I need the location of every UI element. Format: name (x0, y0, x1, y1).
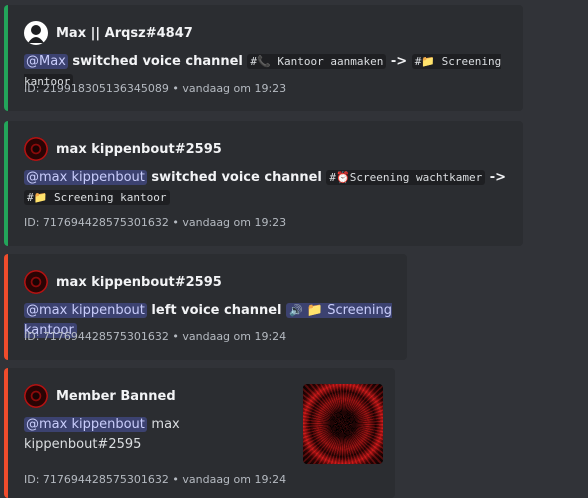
from-channel-code: #⏰Screening wachtkamer (326, 170, 486, 185)
embed-author: Max || Arqsz#4847 (24, 21, 193, 45)
dark-red-avatar-icon[interactable] (24, 270, 48, 294)
to-channel-code: #📁 Screening kantoor (24, 190, 170, 205)
action-text: switched voice channel (151, 170, 322, 185)
dark-red-avatar-icon[interactable] (24, 384, 48, 408)
embed-footer: ID: 717694428575301632 • vandaag om 19:2… (24, 330, 287, 343)
embed-author: max kippenbout#2595 (24, 137, 222, 161)
action-text: left voice channel (151, 303, 282, 318)
embed-description: @max kippenbout max kippenbout#2595 (24, 415, 285, 455)
log-embed-voice-switch-1: Max || Arqsz#4847 @Max switched voice ch… (4, 5, 523, 111)
log-embed-voice-switch-2: max kippenbout#2595 @max kippenbout swit… (4, 121, 523, 246)
log-embed-voice-leave: max kippenbout#2595 @max kippenbout left… (4, 254, 407, 360)
embed-footer: ID: 717694428575301632 • vandaag om 19:2… (24, 216, 287, 229)
red-circle-thumbnail[interactable] (303, 384, 383, 464)
user-mention[interactable]: @max kippenbout (24, 303, 147, 318)
author-name[interactable]: max kippenbout#2595 (56, 142, 222, 157)
dark-red-avatar-icon[interactable] (24, 137, 48, 161)
author-name[interactable]: Max || Arqsz#4847 (56, 26, 193, 41)
author-title: Member Banned (56, 388, 176, 404)
action-text: switched voice channel (72, 54, 243, 69)
log-embed-member-banned: Member Banned @max kippenbout max kippen… (4, 368, 395, 498)
arrow-text: -> (489, 170, 507, 185)
speaker-icon: 🔊 (289, 304, 303, 317)
from-channel-code: #📞 Kantoor aanmaken (247, 54, 387, 69)
user-mention[interactable]: @max kippenbout (24, 417, 147, 432)
user-mention[interactable]: @max kippenbout (24, 170, 147, 185)
embed-description: @max kippenbout switched voice channel #… (24, 168, 509, 208)
white-avatar-icon[interactable] (24, 21, 48, 45)
embed-author: max kippenbout#2595 (24, 270, 222, 294)
author-name[interactable]: max kippenbout#2595 (56, 275, 222, 290)
embed-author: Member Banned (24, 384, 176, 408)
arrow-text: -> (390, 54, 408, 69)
user-mention[interactable]: @Max (24, 54, 68, 69)
embed-footer: ID: 219918305136345089 • vandaag om 19:2… (24, 82, 287, 95)
embed-footer: ID: 717694428575301632 • vandaag om 19:2… (24, 473, 287, 486)
